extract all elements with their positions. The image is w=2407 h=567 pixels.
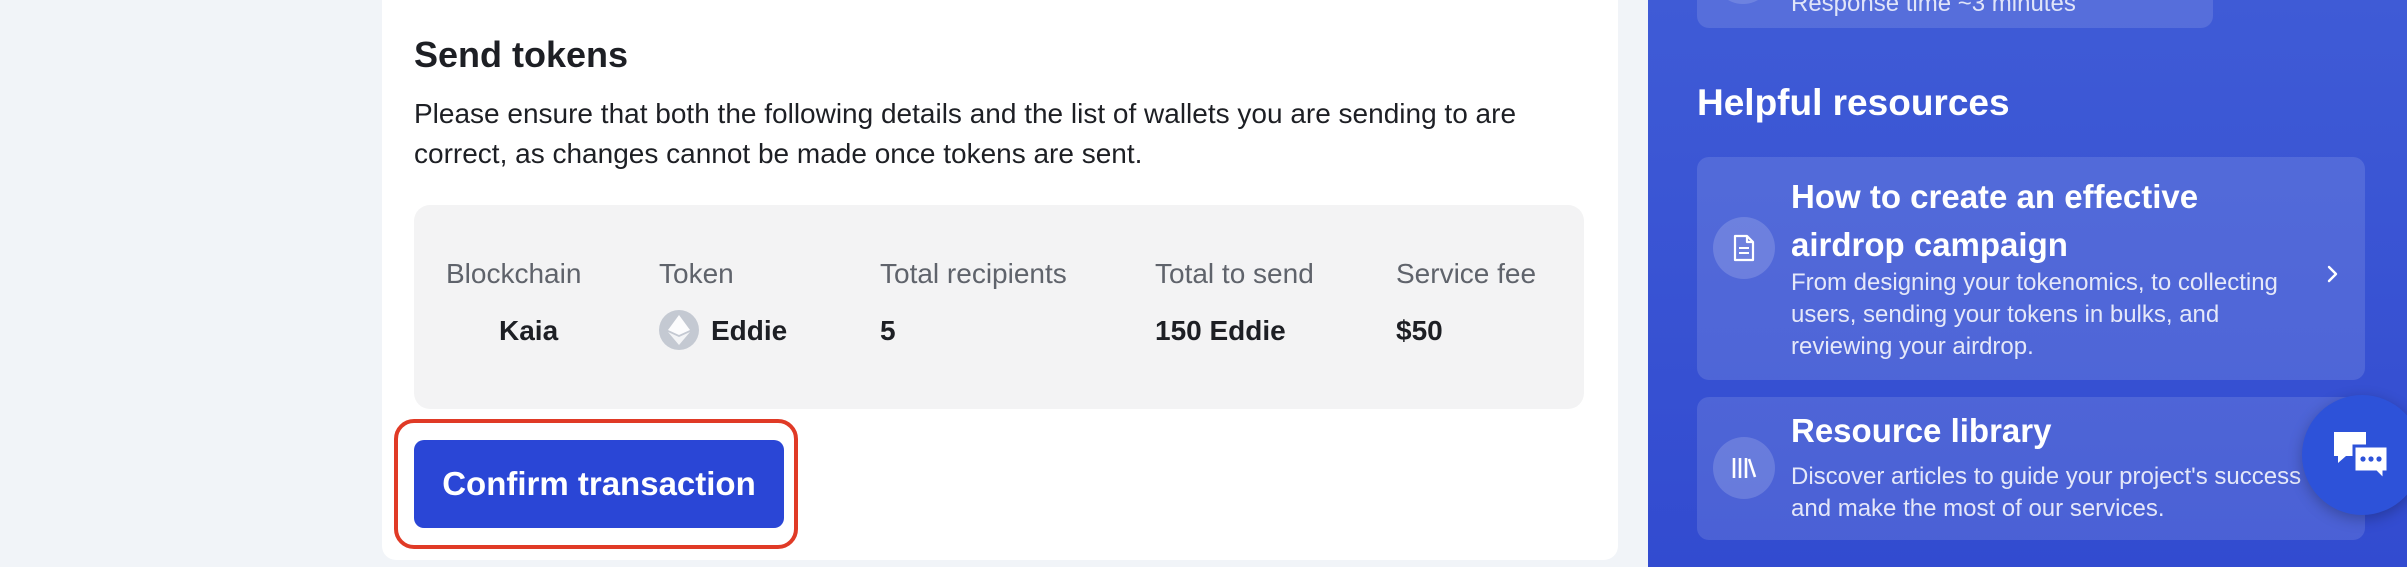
ethereum-icon (659, 310, 699, 350)
confirm-transaction-button[interactable]: Confirm transaction (414, 440, 784, 528)
helpful-resources-heading: Helpful resources (1697, 82, 2010, 123)
document-icon (1713, 217, 1775, 279)
token-value: Eddie (711, 315, 788, 346)
transaction-summary: Blockchain Kaia Token Eddie Total recipi… (414, 205, 1584, 409)
resource-title: Resource library (1791, 412, 2052, 449)
send-tokens-card: Send tokens Please ensure that both the … (382, 0, 1618, 560)
library-icon (1713, 437, 1775, 499)
page-title: Send tokens (414, 34, 629, 75)
token-label: Token (659, 258, 734, 289)
resource-card-airdrop[interactable]: How to create an effective airdrop campa… (1697, 157, 2365, 380)
support-response-time: Response time ~3 minutes (1791, 0, 2076, 17)
support-tile[interactable]: Response time ~3 minutes (1697, 0, 2213, 28)
resource-card-library[interactable]: Resource library Discover articles to gu… (1697, 397, 2365, 540)
chat-icon (2334, 432, 2390, 484)
chevron-right-icon (2327, 265, 2338, 283)
recipients-value: 5 (880, 315, 896, 346)
resource-description: From designing your tokenomics, to colle… (1791, 269, 2278, 360)
recipients-label: Total recipients (880, 258, 1067, 289)
resource-title: How to create an effective airdrop campa… (1791, 178, 2199, 263)
total-to-send-value: 150 Eddie (1155, 315, 1286, 346)
send-description: Please ensure that both the following de… (414, 98, 1517, 169)
blockchain-value: Kaia (499, 315, 559, 346)
total-to-send-label: Total to send (1155, 258, 1314, 289)
blockchain-label: Blockchain (446, 258, 582, 289)
service-fee-value: $50 (1396, 315, 1443, 346)
service-fee-label: Service fee (1396, 258, 1537, 289)
help-sidebar: Response time ~3 minutes Helpful resourc… (1648, 0, 2407, 567)
support-icon (1713, 0, 1773, 4)
resource-description: Discover articles to guide your project'… (1791, 463, 2302, 522)
